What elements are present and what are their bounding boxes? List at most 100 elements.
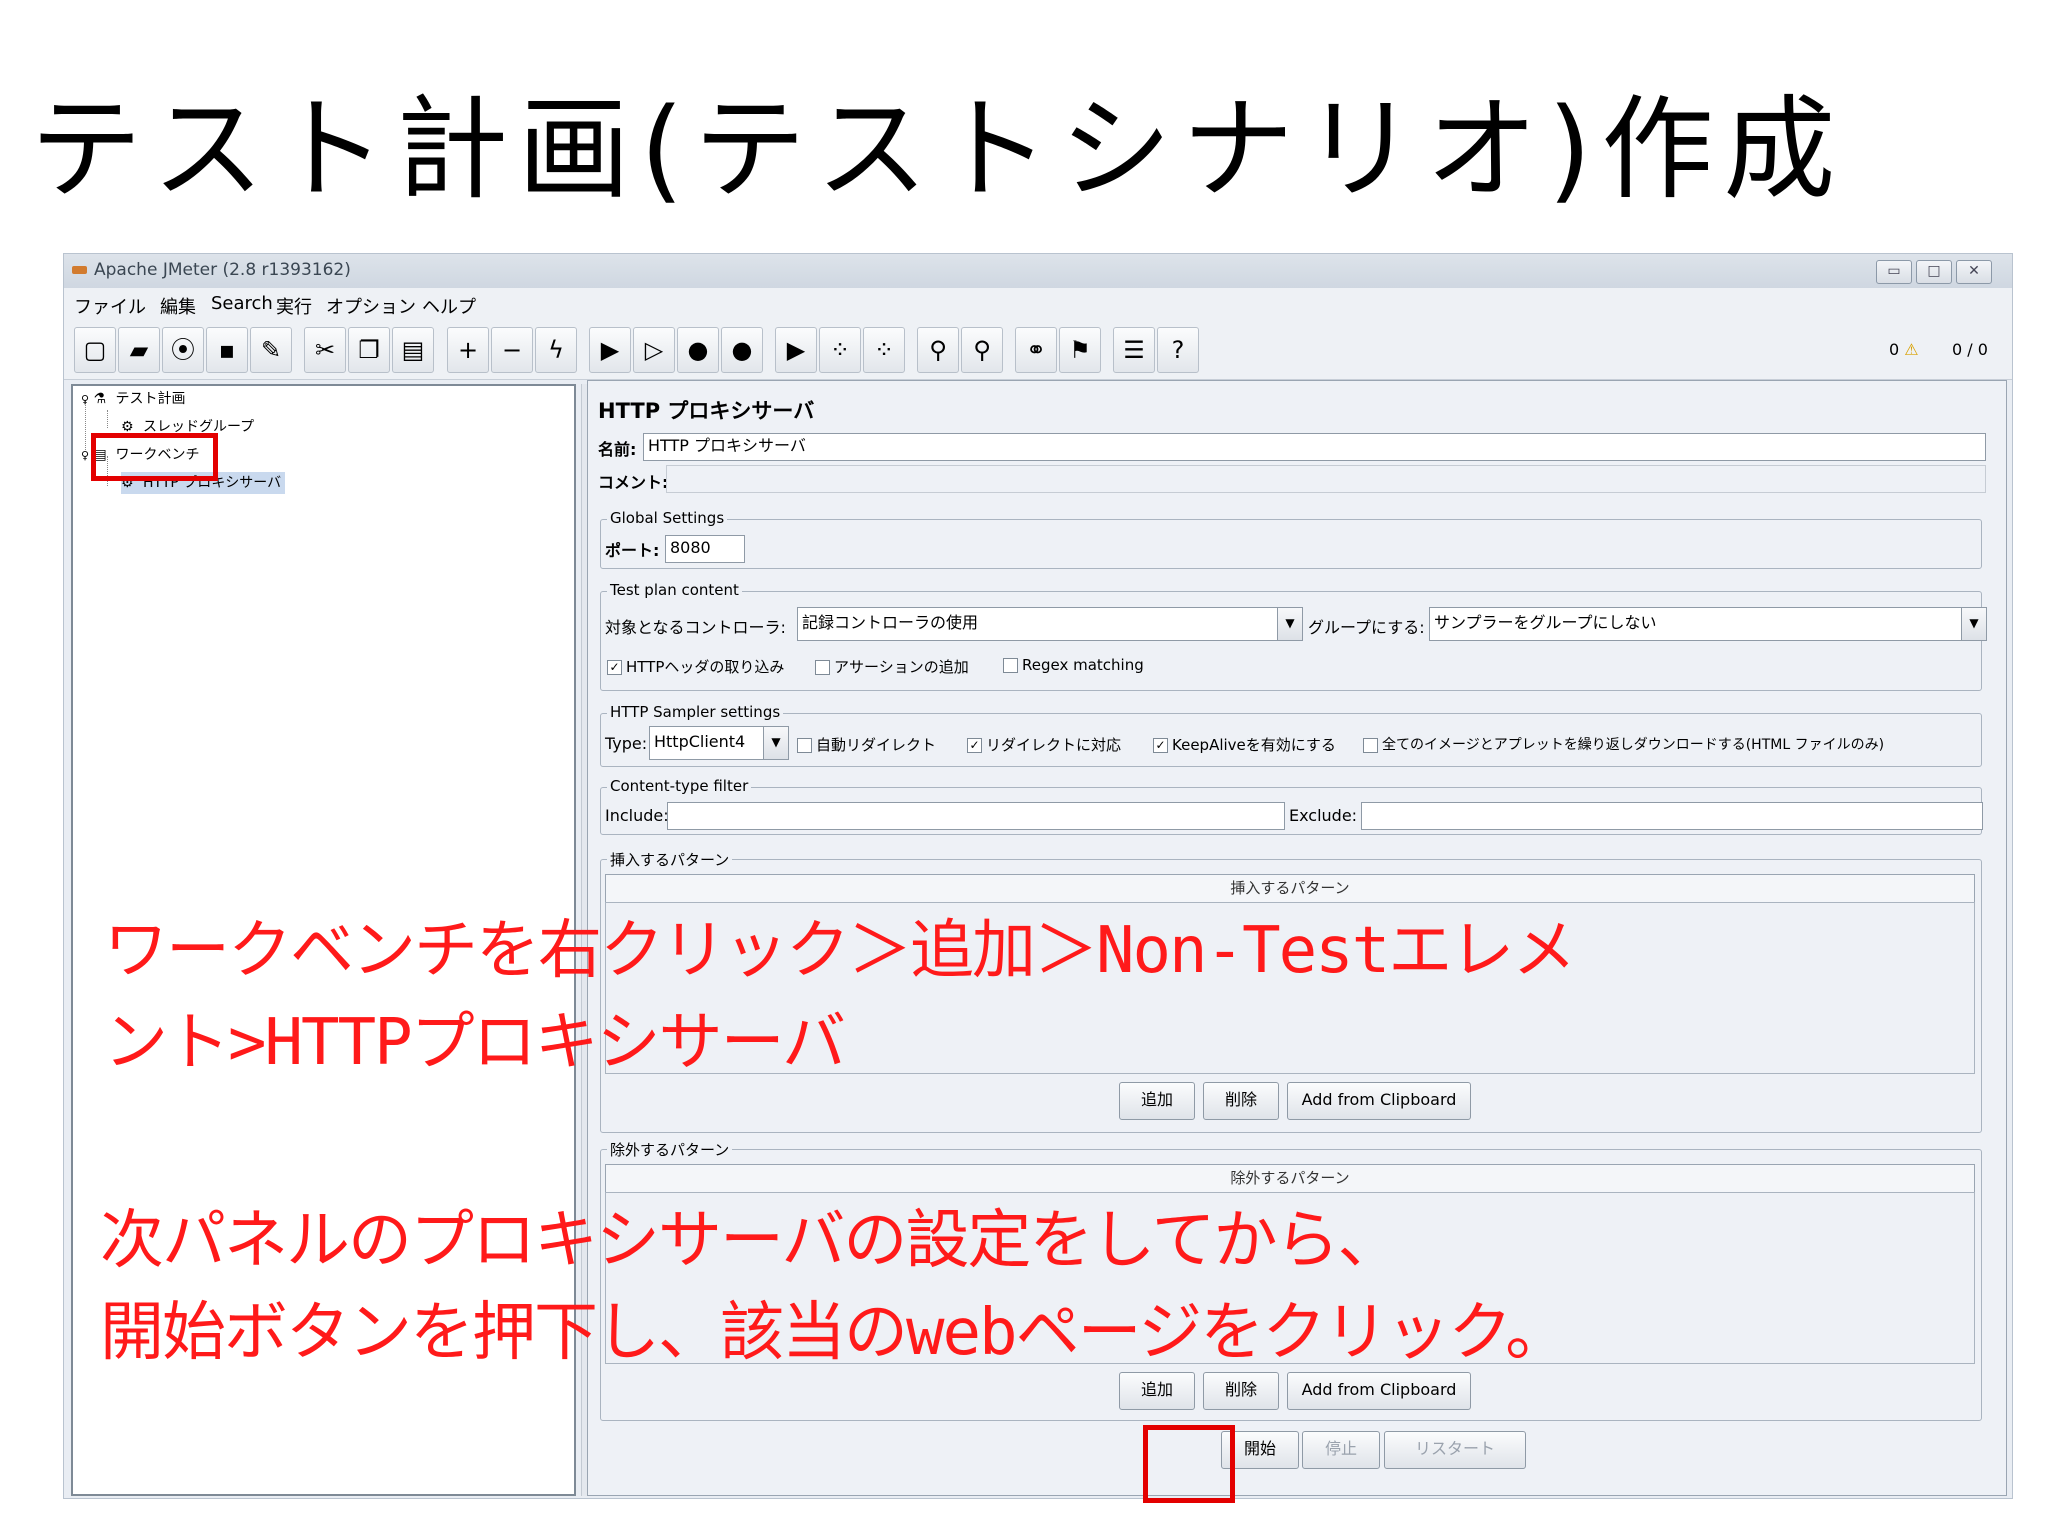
annotation-workbench-line2: ント>HTTPプロキシサーバ [104,1006,846,1080]
sampler-settings-title: HTTP Sampler settings [607,703,784,721]
menu-options[interactable]: オプション [326,293,416,319]
type-label: Type: [605,734,648,753]
port-input[interactable]: 8080 [665,535,745,563]
menu-help[interactable]: ヘルプ [422,293,476,319]
test-plan-icon: ⚗ [93,391,107,407]
name-label: 名前: [598,440,637,459]
search-icon[interactable]: ⚭ [1015,327,1057,373]
exclude-input[interactable] [1361,802,1983,830]
capture-headers-checkbox[interactable]: ✓ HTTPヘッダの取り込み [607,656,784,677]
remote-shutdown-icon[interactable]: ⁘ [863,327,905,373]
open-icon[interactable]: ▰ [118,327,160,373]
toolbar: ▢ ▰ ⦿ ▪ ✎ ✂ ❐ ▤ + − ϟ ▶ ▷ ● ● ▶ ⁘ ⁘ ⚲ ⚲ … [64,318,2012,380]
thread-count: 0 / 0 [1952,340,1988,359]
maximize-icon[interactable]: □ [1916,260,1952,284]
start-no-pause-icon[interactable]: ▷ [633,327,675,373]
menu-bar: ファイル 編集 Search 実行 オプション ヘルプ [64,288,2012,318]
exclude-delete-button[interactable]: 削除 [1203,1372,1279,1410]
expand-toggle-icon[interactable]: ♀ [81,449,89,462]
exclude-patterns-title: 除外するパターン [607,1139,733,1160]
include-patterns-group: 挿入するパターン 挿入するパターン 追加 削除 Add from Clipboa… [600,849,1982,1133]
start-icon[interactable]: ▶ [589,327,631,373]
window-title: Apache JMeter (2.8 r1393162) [94,260,351,280]
exclude-clipboard-button[interactable]: Add from Clipboard [1287,1372,1471,1410]
workbench-highlight-box [91,433,218,481]
include-clipboard-button[interactable]: Add from Clipboard [1287,1082,1471,1120]
include-patterns-column-header[interactable]: 挿入するパターン [605,874,1975,904]
title-bar: Apache JMeter (2.8 r1393162) ▭ □ ✕ [64,254,2012,288]
clear-all-icon[interactable]: ⚲ [961,327,1003,373]
stop-proxy-button[interactable]: 停止 [1302,1431,1380,1469]
start-button-highlight-box [1143,1425,1235,1503]
global-settings-group: Global Settings ポート: 8080 [600,509,1982,569]
minimize-icon[interactable]: ▭ [1876,260,1912,284]
stop-icon[interactable]: ● [677,327,719,373]
port-label: ポート: [605,541,660,560]
chevron-down-icon: ▼ [1277,608,1302,640]
collapse-icon[interactable]: − [491,327,533,373]
close-icon[interactable]: ✕ [1956,260,1992,284]
comment-input[interactable] [666,465,1986,493]
save-as-icon[interactable]: ✎ [250,327,292,373]
copy-icon[interactable]: ❐ [348,327,390,373]
exclude-patterns-group: 除外するパターン 除外するパターン 追加 削除 Add from Clipboa… [600,1139,1982,1421]
content-type-filter-title: Content-type filter [607,777,752,795]
test-plan-content-group: Test plan content 対象となるコントローラ: 記録コントローラの… [600,581,1987,691]
grouping-select[interactable]: サンプラーをグループにしない ▼ [1429,607,1987,641]
jmeter-app-icon [72,266,87,274]
warning-count: 0 ⚠ [1889,340,1919,359]
chevron-down-icon: ▼ [1961,608,1986,640]
close-plan-icon[interactable]: ⦿ [162,327,204,373]
exclude-patterns-column-header[interactable]: 除外するパターン [605,1164,1975,1194]
include-input[interactable] [667,802,1285,830]
sampler-settings-group: HTTP Sampler settings Type: HttpClient4 … [600,703,1982,767]
sampler-type-select[interactable]: HttpClient4 ▼ [649,726,789,760]
slide-title: テスト計画(テストシナリオ)作成 [30,85,1846,215]
warning-icon: ⚠ [1904,340,1919,359]
cut-icon[interactable]: ✂ [304,327,346,373]
expand-icon[interactable]: + [447,327,489,373]
grouping-label: グループにする: [1308,618,1425,637]
function-helper-icon[interactable]: ☰ [1113,327,1155,373]
add-assertions-checkbox[interactable]: アサーションの追加 [815,656,969,677]
new-icon[interactable]: ▢ [74,327,116,373]
exclude-label: Exclude: [1289,806,1358,825]
menu-file[interactable]: ファイル [74,293,146,319]
annotation-workbench-line1: ワークベンチを右クリック＞追加＞Non-Testエレメ [104,914,1576,988]
keepalive-checkbox[interactable]: ✓ KeepAliveを有効にする [1153,734,1336,755]
menu-edit[interactable]: 編集 [160,293,196,319]
include-patterns-title: 挿入するパターン [607,849,733,870]
regex-matching-checkbox[interactable]: Regex matching [1003,656,1144,674]
restart-proxy-button[interactable]: リスタート [1384,1431,1526,1469]
auto-redirect-checkbox[interactable]: 自動リダイレクト [797,734,936,755]
include-add-button[interactable]: 追加 [1119,1082,1195,1120]
shutdown-icon[interactable]: ● [721,327,763,373]
paste-icon[interactable]: ▤ [392,327,434,373]
follow-redirects-checkbox[interactable]: ✓ リダイレクトに対応 [967,734,1121,755]
reset-search-icon[interactable]: ⚑ [1059,327,1101,373]
chevron-down-icon: ▼ [763,727,788,759]
content-type-filter-group: Content-type filter Include: Exclude: [600,777,1983,835]
save-icon[interactable]: ▪ [206,327,248,373]
exclude-add-button[interactable]: 追加 [1119,1372,1195,1410]
clear-icon[interactable]: ⚲ [917,327,959,373]
tree-item-test-plan[interactable]: ♀ ⚗ テスト計画 [81,388,186,410]
comment-label: コメント: [598,473,669,492]
remote-start-icon[interactable]: ▶ [775,327,817,373]
annotation-start-line1: 次パネルのプロキシサーバの設定をしてから、 [100,1204,1401,1278]
test-plan-content-title: Test plan content [607,581,742,599]
expand-toggle-icon[interactable]: ♀ [81,393,89,406]
menu-run[interactable]: 実行 [276,293,312,319]
include-delete-button[interactable]: 削除 [1203,1082,1279,1120]
target-controller-select[interactable]: 記録コントローラの使用 ▼ [797,607,1303,641]
remote-stop-icon[interactable]: ⁘ [819,327,861,373]
panel-heading: HTTP プロキシサーバ [598,399,815,423]
target-controller-label: 対象となるコントローラ: [605,618,786,637]
global-settings-title: Global Settings [607,509,728,527]
name-input[interactable]: HTTP プロキシサーバ [643,433,1986,461]
download-embedded-checkbox[interactable]: 全てのイメージとアプレットを繰り返しダウンロードする(HTML ファイルのみ) [1363,734,1884,754]
menu-search[interactable]: Search [211,293,273,314]
help-icon[interactable]: ? [1157,327,1199,373]
annotation-start-line2: 開始ボタンを押下し、該当のwebページをクリック。 [100,1296,1569,1370]
toggle-icon[interactable]: ϟ [535,327,577,373]
